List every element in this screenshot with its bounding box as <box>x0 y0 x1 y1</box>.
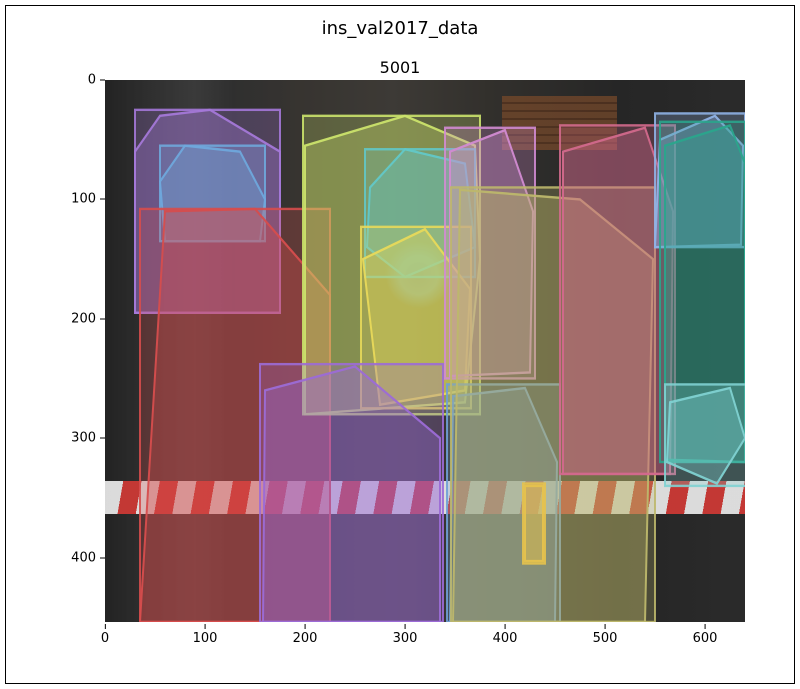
figure: ins_val2017_data 5001 0 100 200 300 400 500 60… <box>0 0 800 689</box>
y-tick: 300 <box>71 431 105 446</box>
x-tick: 400 <box>493 624 518 646</box>
x-tick: 100 <box>193 624 218 646</box>
plot-area <box>105 80 745 622</box>
y-tick: 200 <box>71 311 105 326</box>
axes <box>105 80 745 622</box>
annotations-layer <box>105 80 745 622</box>
x-tick: 0 <box>101 624 109 646</box>
figure-suptitle: ins_val2017_data <box>0 18 800 39</box>
x-tick: 300 <box>393 624 418 646</box>
y-tick: 0 <box>88 73 105 88</box>
y-tick: 400 <box>71 550 105 565</box>
y-axis: 0100200300400 <box>60 80 105 622</box>
annotation-mask <box>525 486 543 561</box>
x-tick: 600 <box>693 624 718 646</box>
y-tick: 100 <box>71 192 105 207</box>
x-tick: 500 <box>593 624 618 646</box>
x-axis: 0100200300400500600 <box>105 624 745 654</box>
axes-title: 5001 <box>0 58 800 77</box>
x-tick: 200 <box>293 624 318 646</box>
